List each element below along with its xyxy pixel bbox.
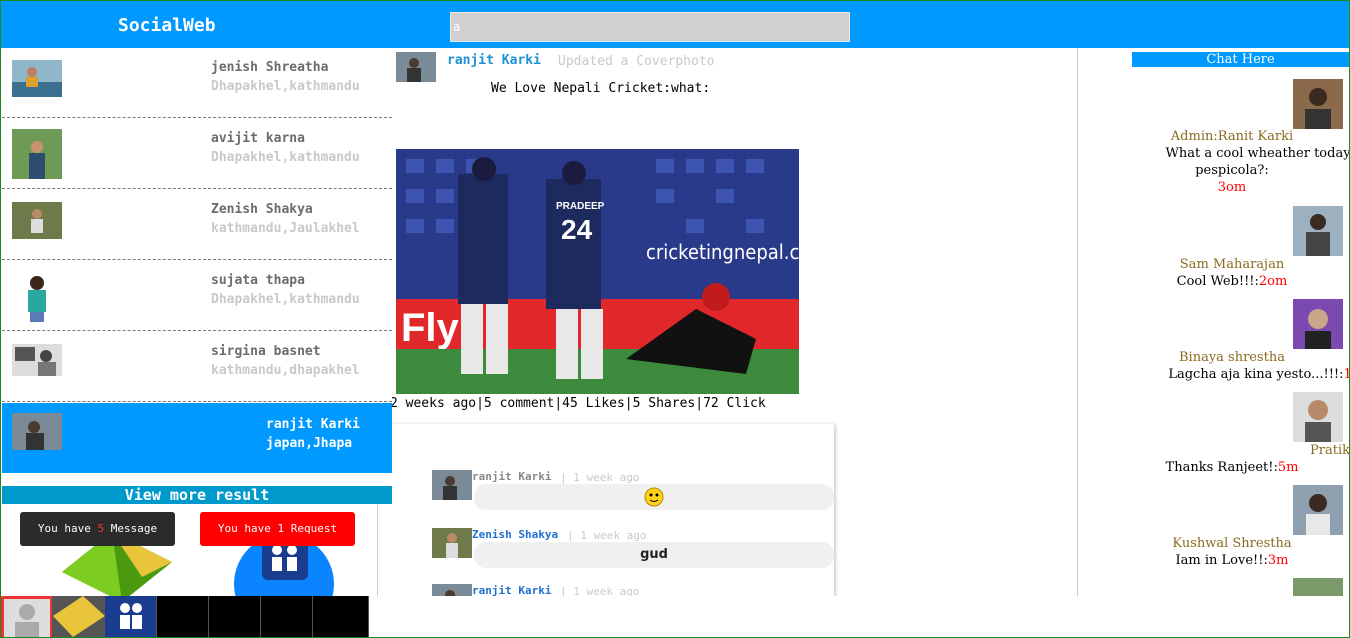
chat-sender: Sam Maharajan	[1179, 257, 1285, 272]
list-item[interactable]: sujata thapa Dhapakhel,kathmandu	[2, 261, 392, 331]
svg-text:PRADEEP: PRADEEP	[556, 201, 605, 212]
requests-button[interactable]: You have 1 Request	[200, 512, 355, 546]
bottom-dock	[1, 596, 369, 637]
list-item[interactable]: jenish Shreatha Dhapakhel,kathmandu	[2, 48, 392, 118]
chat-text: Lagcha aja kina yesto...!!!:1o	[1132, 367, 1349, 382]
search-input[interactable]	[450, 12, 850, 42]
person-name: ranjit Karki	[266, 417, 360, 432]
list-item[interactable]: Zenish Shakya kathmandu,Jaulakhel	[2, 190, 392, 260]
post-author-name[interactable]: ranjit Karki	[447, 53, 541, 68]
person-name: sirgina basnet	[211, 344, 321, 359]
person-name: sujata thapa	[211, 273, 305, 288]
person-location: Dhapakhel,kathmandu	[211, 150, 360, 165]
people-dock-icon[interactable]	[105, 596, 157, 637]
dock-slot[interactable]	[209, 596, 261, 637]
comment-author[interactable]: ranjit Karki	[472, 470, 551, 483]
person-location: Dhapakhel,kathmandu	[211, 292, 360, 307]
news-feed: ranjit Karki Updated a Coverphoto We Lov…	[392, 48, 1078, 596]
chat-text-body: Iam in Love!!:	[1175, 553, 1268, 568]
chat-time: 3m	[1267, 553, 1289, 568]
post-author-avatar[interactable]	[396, 52, 436, 82]
comment-time: | 1 week ago	[560, 585, 640, 596]
svg-text:Fly: Fly	[401, 306, 460, 350]
chat-sender: Pratik k	[1310, 443, 1349, 458]
person-location: japan,Jhapa	[266, 436, 353, 451]
post-text: We Love Nepali Cricket:what:	[491, 81, 711, 96]
view-more-button[interactable]: View more result	[2, 486, 392, 504]
brand-logo[interactable]: SocialWeb	[118, 15, 216, 36]
notification-panel: You have 5 Message You have 1 Request	[2, 504, 378, 596]
list-item[interactable]: avijit karna Dhapakhel,kathmandu	[2, 119, 392, 189]
messages-button[interactable]: You have 5 Message	[20, 512, 175, 546]
chat-avatar[interactable]	[1293, 79, 1343, 129]
avatar	[12, 344, 62, 376]
comment-author[interactable]: Zenish Shakya	[472, 528, 558, 541]
person-location: kathmandu,Jaulakhel	[211, 221, 360, 236]
avatar	[12, 60, 62, 97]
chat-avatar-partial[interactable]	[1293, 578, 1343, 596]
dock-slot[interactable]	[261, 596, 313, 637]
chat-text-body: Thanks Ranjeet!:	[1165, 460, 1278, 475]
chat-avatar[interactable]	[1293, 392, 1343, 442]
chat-text: Iam in Love!!:3m	[1132, 553, 1332, 568]
person-name: avijit karna	[211, 131, 305, 146]
chat-text-cont: pespicola?:	[1195, 163, 1269, 178]
post-stats: 2 weeks ago|5 comment|45 Likes|5 Shares|…	[392, 396, 766, 411]
comment-bubble	[474, 484, 834, 510]
cricket-photo: Fly 24 PRADEEP cricketingnepal.com	[396, 149, 799, 394]
comment-text: gud	[474, 542, 834, 568]
envelope-dock-icon[interactable]	[53, 596, 105, 637]
comment-author[interactable]: ranjit Karki	[472, 584, 551, 596]
comment-avatar[interactable]	[432, 528, 472, 558]
chat-time: 1o	[1343, 367, 1349, 382]
comment-time: | 1 week ago	[567, 529, 647, 542]
comment-avatar[interactable]	[432, 584, 472, 596]
dock-slot[interactable]	[157, 596, 209, 637]
post-photo[interactable]: Fly 24 PRADEEP cricketingnepal.com	[396, 149, 799, 394]
list-item-selected[interactable]: ranjit Karki japan,Jhapa	[2, 403, 392, 473]
chat-time: 5m	[1277, 460, 1299, 475]
comments-panel: ranjit Karki | 1 week ago Zenish Shakya …	[392, 424, 834, 596]
avatar	[12, 129, 62, 179]
chat-sender: Binaya shrestha	[1178, 350, 1286, 365]
chat-avatar[interactable]	[1293, 299, 1343, 349]
comment-avatar[interactable]	[432, 470, 472, 500]
person-name: Zenish Shakya	[211, 202, 313, 217]
chat-text: What a cool wheather today a	[1165, 146, 1349, 161]
person-name: jenish Shreatha	[211, 60, 329, 75]
comment-time: | 1 week ago	[560, 471, 640, 484]
chat-title: Chat Here	[1132, 52, 1349, 67]
smiley-icon	[644, 487, 664, 506]
people-list: jenish Shreatha Dhapakhel,kathmandu avij…	[2, 48, 392, 478]
chat-text: Cool Web!!!:2om	[1132, 274, 1332, 289]
chat-avatar[interactable]	[1293, 485, 1343, 535]
chat-text-body: Cool Web!!!:	[1176, 274, 1259, 289]
chat-panel: Chat Here Admin:Ranit Karki What a cool …	[1132, 52, 1349, 596]
svg-text:24: 24	[561, 214, 593, 245]
photo-watermark: cricketingnepal.com	[646, 240, 799, 264]
messages-label: You have	[37, 522, 98, 535]
avatar	[12, 271, 62, 323]
requests-label: You have	[217, 522, 278, 535]
chat-avatar[interactable]	[1293, 206, 1343, 256]
chat-time: 2om	[1258, 274, 1288, 289]
profile-dock-icon[interactable]	[1, 596, 53, 637]
avatar	[12, 413, 62, 450]
list-item[interactable]: sirgina basnet kathmandu,dhapakhel	[2, 332, 392, 402]
avatar	[12, 202, 62, 239]
chat-text: Thanks Ranjeet!:5m	[1132, 460, 1332, 475]
chat-text-body: Lagcha aja kina yesto...!!!:	[1168, 367, 1344, 382]
chat-sender: Kushwal Shrestha	[1172, 536, 1292, 551]
requests-suffix: Request	[284, 522, 338, 535]
chat-sender: Admin:Ranit Karki	[1170, 129, 1294, 144]
chat-time: 3om	[1217, 180, 1247, 195]
post-action: Updated a Coverphoto	[558, 54, 715, 69]
dock-slot[interactable]	[313, 596, 369, 637]
person-location: kathmandu,dhapakhel	[211, 363, 360, 378]
messages-suffix: Message	[104, 522, 158, 535]
person-location: Dhapakhel,kathmandu	[211, 79, 360, 94]
